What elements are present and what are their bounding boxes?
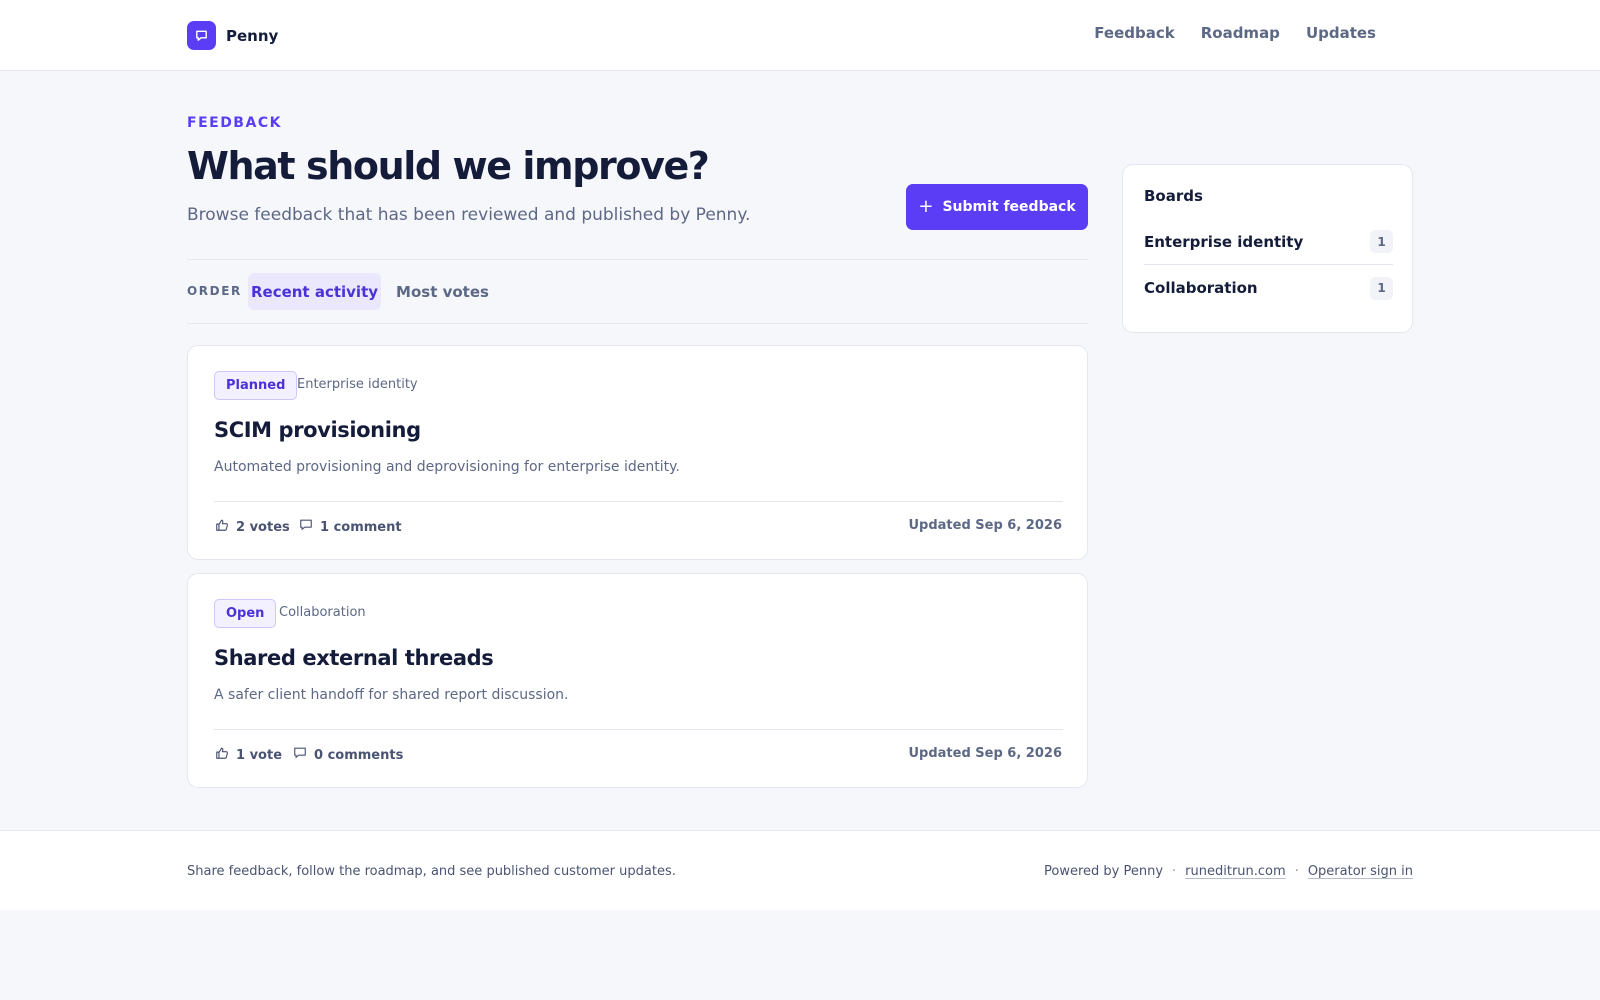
footer: Share feedback, follow the roadmap, and … bbox=[0, 830, 1600, 910]
comment-icon bbox=[299, 518, 313, 536]
feedback-card[interactable]: Planned Enterprise identity SCIM provisi… bbox=[187, 345, 1088, 560]
divider bbox=[187, 259, 1088, 260]
board-item-label: Collaboration bbox=[1144, 279, 1258, 297]
brand-link[interactable]: Penny bbox=[187, 21, 278, 50]
footer-links: Powered by Penny · runeditrun.com · Oper… bbox=[1044, 864, 1413, 879]
comments-link[interactable]: 0 comments bbox=[293, 746, 403, 764]
site-link[interactable]: runeditrun.com bbox=[1185, 864, 1286, 879]
vote-count: 1 vote bbox=[236, 747, 283, 763]
vote-button[interactable]: 1 vote bbox=[215, 746, 282, 764]
feedback-card[interactable]: Open Collaboration Shared external threa… bbox=[187, 573, 1088, 788]
plus-icon: + bbox=[918, 196, 934, 217]
thumbs-up-icon bbox=[215, 518, 229, 536]
page-eyebrow: FEEDBACK bbox=[187, 115, 282, 131]
card-board-name: Enterprise identity bbox=[297, 377, 418, 392]
submit-feedback-label: Submit feedback bbox=[942, 199, 1076, 215]
vote-count: 2 votes bbox=[236, 519, 290, 535]
card-title[interactable]: Shared external threads bbox=[214, 646, 494, 670]
top-nav: Feedback Roadmap Updates bbox=[1094, 24, 1376, 42]
comment-count: 0 comments bbox=[314, 747, 404, 763]
card-board-name: Collaboration bbox=[279, 605, 366, 620]
updated-date: Updated Sep 6, 2026 bbox=[908, 518, 1062, 533]
nav-updates[interactable]: Updates bbox=[1306, 24, 1376, 42]
separator: · bbox=[1294, 864, 1299, 879]
footer-tagline: Share feedback, follow the roadmap, and … bbox=[187, 864, 676, 879]
tab-recent-activity[interactable]: Recent activity bbox=[248, 273, 381, 310]
card-divider bbox=[214, 501, 1063, 502]
thumbs-up-icon bbox=[215, 746, 229, 764]
vote-button[interactable]: 2 votes bbox=[215, 518, 290, 536]
divider bbox=[187, 323, 1088, 324]
top-bar: Penny Feedback Roadmap Updates bbox=[0, 0, 1600, 71]
comment-count: 1 comment bbox=[320, 519, 402, 535]
submit-feedback-button[interactable]: + Submit feedback bbox=[906, 184, 1088, 230]
brand-name: Penny bbox=[226, 26, 279, 45]
operator-sign-in-link[interactable]: Operator sign in bbox=[1308, 864, 1413, 879]
card-description: A safer client handoff for shared report… bbox=[214, 687, 569, 703]
tab-most-votes[interactable]: Most votes bbox=[390, 273, 495, 310]
comment-icon bbox=[293, 746, 307, 764]
separator: · bbox=[1172, 864, 1177, 879]
board-item-label: Enterprise identity bbox=[1144, 232, 1304, 251]
board-item-collaboration[interactable]: Collaboration 1 bbox=[1144, 265, 1393, 311]
status-badge: Open bbox=[214, 599, 277, 628]
boards-panel: Boards Enterprise identity 1 Collaborati… bbox=[1122, 164, 1413, 333]
boards-heading: Boards bbox=[1144, 187, 1203, 205]
updated-date: Updated Sep 6, 2026 bbox=[908, 746, 1062, 761]
page-subtitle: Browse feedback that has been reviewed a… bbox=[187, 205, 751, 225]
board-count-badge: 1 bbox=[1370, 230, 1393, 253]
board-item-enterprise-identity[interactable]: Enterprise identity 1 bbox=[1144, 219, 1393, 265]
powered-by: Powered by Penny bbox=[1043, 864, 1164, 879]
nav-roadmap[interactable]: Roadmap bbox=[1201, 24, 1280, 42]
card-title[interactable]: SCIM provisioning bbox=[214, 418, 421, 442]
page-title: What should we improve? bbox=[187, 144, 710, 188]
comments-link[interactable]: 1 comment bbox=[299, 518, 402, 536]
card-description: Automated provisioning and deprovisionin… bbox=[214, 459, 680, 475]
chat-bubble-icon bbox=[187, 21, 216, 50]
nav-feedback[interactable]: Feedback bbox=[1094, 24, 1174, 42]
order-label: ORDER bbox=[187, 284, 242, 298]
board-count-badge: 1 bbox=[1370, 276, 1393, 300]
status-badge: Planned bbox=[214, 371, 298, 400]
card-divider bbox=[214, 729, 1063, 730]
